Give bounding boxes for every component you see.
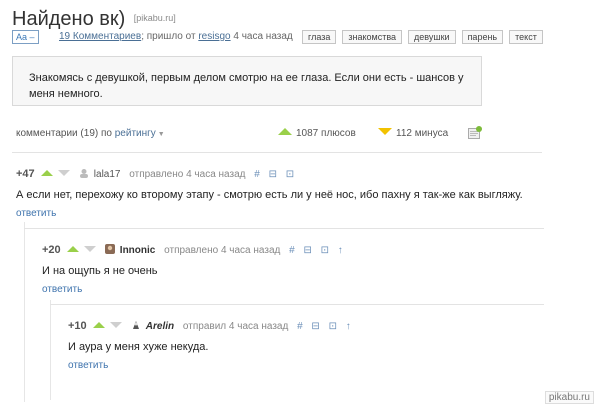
reply-link[interactable]: ответить <box>16 208 576 219</box>
plus-stat: 1087 плюсов <box>278 128 356 139</box>
comment-tools[interactable]: # ⊟ ⊡ ↑ <box>297 321 354 332</box>
sort-dropdown[interactable]: рейтингу ▼ <box>115 128 165 139</box>
avatar[interactable] <box>105 244 116 254</box>
divider <box>24 228 544 229</box>
comment-author[interactable]: lala17 <box>94 169 121 180</box>
post-meta-text: 19 Комментариев; пришло от resisgo 4 час… <box>59 30 293 44</box>
post-meta: Aa – 19 Комментариев; пришло от resisgo … <box>12 30 592 46</box>
subscribe-icon[interactable] <box>468 126 482 140</box>
comment-score: +10 <box>68 320 87 332</box>
sort-label[interactable]: рейтингу <box>115 128 156 139</box>
thread-line <box>24 222 25 402</box>
font-size-button[interactable]: Aa – <box>12 30 39 44</box>
comment: +20 Innonic отправлено 4 часа назад # ⊟ … <box>42 242 562 295</box>
comments-count-link[interactable]: 19 Комментариев <box>59 31 141 42</box>
tag-item[interactable]: знакомства <box>342 30 403 44</box>
vote-down-icon[interactable] <box>84 246 97 252</box>
post-source[interactable]: [pikabu.ru] <box>134 13 176 23</box>
caret-down-icon[interactable]: ▼ <box>158 131 165 138</box>
came-from-label: ; пришло от <box>141 31 196 42</box>
triangle-up-icon <box>278 128 292 135</box>
plus-count: 1087 плюсов <box>296 128 356 139</box>
comment: +47 lala17 отправлено 4 часа назад # ⊟ ⊡… <box>16 166 576 219</box>
vote-up-icon[interactable] <box>67 246 80 252</box>
avatar[interactable] <box>79 168 89 178</box>
tag-item[interactable]: текст <box>509 30 543 44</box>
tag-item[interactable]: парень <box>461 30 504 44</box>
comments-label: комментарии (19) по <box>16 128 112 139</box>
vote-up-icon[interactable] <box>93 322 106 328</box>
thread-line <box>50 300 51 400</box>
vote-down-icon[interactable] <box>110 322 123 328</box>
comment-header: +10 Arelin отправил 4 часа назад # ⊟ ⊡ ↑ <box>68 318 568 334</box>
reply-link[interactable]: ответить <box>68 360 568 371</box>
reply-link[interactable]: ответить <box>42 284 562 295</box>
comment-score: +47 <box>16 168 35 180</box>
comment-time: отправлено 4 часа назад <box>129 169 246 180</box>
comment-score: +20 <box>42 244 61 256</box>
tag-list: глаза знакомства девушки парень текст <box>302 30 549 44</box>
post-header: Найдено вк) [pikabu.ru] <box>12 8 592 31</box>
post-author-link[interactable]: resisgo <box>198 31 230 42</box>
post-time: 4 часа назад <box>233 31 293 42</box>
divider <box>50 304 544 305</box>
comment-time: отправлено 4 часа назад <box>164 245 281 256</box>
comment-header: +20 Innonic отправлено 4 часа назад # ⊟ … <box>42 242 562 258</box>
story-box: Знакомясь с девушкой, первым делом смотр… <box>12 56 482 106</box>
comment-text: И на ощупь я не очень <box>42 265 158 277</box>
watermark: pikabu.ru <box>544 391 594 404</box>
story-text: Знакомясь с девушкой, первым делом смотр… <box>29 72 464 100</box>
vote-down-icon[interactable] <box>58 170 71 176</box>
comment-author[interactable]: Innonic <box>120 245 156 256</box>
post-title[interactable]: Найдено вк) <box>12 8 125 30</box>
comment: +10 Arelin отправил 4 часа назад # ⊟ ⊡ ↑… <box>68 318 568 371</box>
minus-count: 112 минуса <box>396 128 449 139</box>
triangle-down-icon <box>378 128 392 135</box>
tag-item[interactable]: глаза <box>302 30 337 44</box>
comment-time: отправил 4 часа назад <box>182 321 289 332</box>
vote-up-icon[interactable] <box>41 170 54 176</box>
comments-stats: комментарии (19) по рейтингу ▼ 1087 плюсо… <box>16 128 486 144</box>
avatar[interactable] <box>131 320 141 330</box>
minus-stat: 112 минуса <box>378 128 448 139</box>
divider <box>12 152 542 153</box>
comment-tools[interactable]: # ⊟ ⊡ <box>254 169 297 180</box>
comment-author[interactable]: Arelin <box>146 321 174 332</box>
comment-text: И аура у меня хуже некуда. <box>68 341 209 353</box>
tag-item[interactable]: девушки <box>408 30 456 44</box>
comment-tools[interactable]: # ⊟ ⊡ ↑ <box>289 245 346 256</box>
comment-header: +47 lala17 отправлено 4 часа назад # ⊟ ⊡ <box>16 166 576 182</box>
comment-text: А если нет, перехожу ко второму этапу - … <box>16 189 523 201</box>
